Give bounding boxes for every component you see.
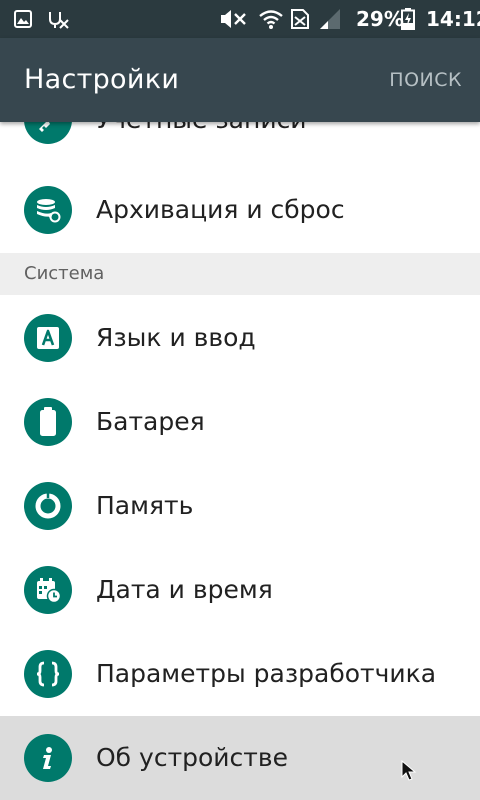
settings-item-label: Архивация и сброс bbox=[96, 195, 345, 224]
settings-item-label: Учетные записи bbox=[96, 122, 307, 136]
settings-list[interactable]: Учетные записи Архивация и сброс Система bbox=[0, 122, 480, 800]
image-icon bbox=[14, 8, 32, 30]
braces-icon bbox=[24, 650, 72, 698]
calendar-clock-icon bbox=[24, 566, 72, 614]
mouse-pointer-icon bbox=[401, 760, 417, 781]
settings-item-date-time[interactable]: Дата и время bbox=[0, 548, 480, 632]
storage-pie-icon bbox=[24, 482, 72, 530]
app-toolbar: Настройки ПОИСК bbox=[0, 38, 480, 122]
settings-item-language-input[interactable]: Язык и ввод bbox=[0, 296, 480, 380]
section-header-system: Система bbox=[0, 253, 480, 295]
page-title: Настройки bbox=[24, 64, 180, 95]
key-icon bbox=[24, 122, 72, 144]
battery-icon bbox=[24, 398, 72, 446]
usb-debug-icon bbox=[46, 8, 70, 30]
settings-item-label: Параметры разработчика bbox=[96, 659, 437, 688]
settings-item-backup-reset[interactable]: Архивация и сброс bbox=[0, 168, 480, 252]
settings-item-accounts[interactable]: Учетные записи bbox=[0, 122, 480, 162]
vibrate-icon bbox=[218, 8, 248, 30]
settings-item-battery[interactable]: Батарея bbox=[0, 380, 480, 464]
settings-screen: 29% 14:12 Настройки ПОИСК bbox=[0, 0, 480, 800]
settings-item-storage[interactable]: Память bbox=[0, 464, 480, 548]
settings-item-label: Дата и время bbox=[96, 575, 273, 604]
status-time: 14:12 bbox=[426, 7, 480, 31]
settings-item-developer-options[interactable]: Параметры разработчика bbox=[0, 632, 480, 716]
wifi-icon bbox=[258, 8, 284, 30]
settings-item-label: Батарея bbox=[96, 407, 205, 436]
section-title: Система bbox=[24, 263, 105, 284]
battery-charging-icon bbox=[400, 8, 416, 30]
backup-restore-icon bbox=[24, 186, 72, 234]
settings-item-label: Об устройстве bbox=[96, 743, 288, 772]
battery-percent: 29% bbox=[356, 7, 404, 31]
sim-icon bbox=[290, 8, 310, 30]
settings-item-about-device[interactable]: Об устройстве bbox=[0, 716, 480, 800]
settings-item-label: Язык и ввод bbox=[96, 323, 256, 352]
status-bar: 29% 14:12 bbox=[0, 0, 480, 38]
language-a-icon bbox=[24, 314, 72, 362]
signal-icon bbox=[318, 8, 342, 30]
settings-item-label: Память bbox=[96, 491, 194, 520]
search-button[interactable]: ПОИСК bbox=[389, 68, 462, 92]
info-icon bbox=[24, 734, 72, 782]
